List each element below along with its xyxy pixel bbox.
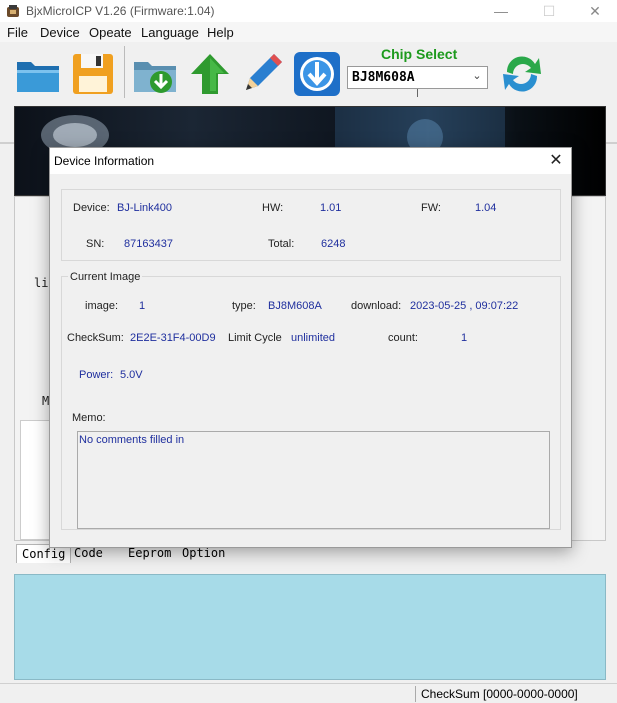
menu-device[interactable]: Device (40, 25, 80, 40)
memo-label: Memo: (72, 412, 106, 424)
status-bar: CheckSum [0000-0000-0000] (0, 683, 617, 703)
status-checksum: CheckSum [0000-0000-0000] (421, 687, 578, 701)
app-icon (5, 3, 21, 19)
device-value: BJ-Link400 (117, 202, 173, 214)
dialog-title: Device Information (54, 154, 155, 168)
download-to-folder-icon[interactable] (131, 50, 181, 98)
menu-help[interactable]: Help (207, 25, 234, 40)
download-value: 2023-05-25 , 09:07:22 (410, 300, 519, 312)
total-value: 6248 (321, 238, 346, 250)
checksum-value: 2E2E-31F4-00D9 (130, 332, 216, 344)
download-label: download: (351, 300, 402, 312)
image-value: 1 (139, 300, 146, 312)
limit-cycle-label: Limit Cycle (228, 332, 282, 344)
close-icon[interactable]: ✕ (544, 150, 568, 172)
toolbar-separator (124, 46, 125, 98)
refresh-icon[interactable] (497, 50, 547, 98)
upload-arrow-icon[interactable] (185, 50, 235, 98)
hw-label: HW: (262, 202, 284, 214)
close-window-button[interactable]: ✕ (572, 0, 617, 22)
limit-cycle-value: unlimited (291, 332, 336, 344)
image-label: image: (85, 300, 119, 312)
hw-value: 1.01 (320, 202, 342, 214)
type-value: BJ8M608A (268, 300, 322, 312)
save-floppy-icon[interactable] (69, 50, 119, 98)
chip-select-label: Chip Select (381, 46, 458, 62)
chip-select-dropdown[interactable]: BJ8M608A ⌄ (347, 66, 488, 89)
checksum-label: CheckSum: (67, 332, 124, 344)
fw-label: FW: (421, 202, 441, 214)
dropdown-connector-line (417, 89, 418, 97)
count-label: count: (388, 332, 418, 344)
window-title: BjxMicroICP V1.26 (Firmware:1.04) (26, 4, 215, 18)
menu-bar: File Device Opeate Language Help (0, 22, 617, 42)
toolbar: Chip Select BJ8M608A ⌄ (0, 42, 617, 144)
device-information-dialog: Device Information ✕ Device: BJ-Link400 … (49, 147, 572, 548)
status-separator (415, 686, 416, 702)
memo-textbox[interactable]: No comments filled in (77, 431, 550, 529)
fw-value: 1.04 (475, 202, 497, 214)
menu-opeate[interactable]: Opeate (89, 25, 132, 40)
minimize-button[interactable]: — (478, 0, 524, 22)
title-bar: BjxMicroICP V1.26 (Firmware:1.04) — ☐ ✕ (0, 0, 617, 22)
chip-select-value: BJ8M608A (352, 70, 415, 85)
menu-file[interactable]: File (7, 25, 28, 40)
device-label: Device: (73, 202, 110, 214)
device-info-group (61, 189, 561, 261)
power-value: 5.0V (120, 369, 143, 381)
sn-value: 87163437 (124, 238, 173, 250)
sn-label: SN: (86, 238, 105, 250)
open-folder-icon[interactable] (14, 50, 64, 98)
chevron-down-icon: ⌄ (472, 70, 482, 82)
log-area[interactable] (14, 574, 606, 680)
maximize-button[interactable]: ☐ (526, 0, 572, 22)
edit-pencil-icon[interactable] (238, 50, 288, 98)
memo-text: No comments filled in (79, 434, 185, 446)
download-arrow-icon[interactable] (292, 50, 342, 98)
count-value: 1 (461, 332, 468, 344)
current-image-title: Current Image (68, 271, 143, 283)
type-label: type: (232, 300, 256, 312)
menu-language[interactable]: Language (141, 25, 199, 40)
power-label: Power: (79, 369, 114, 381)
dialog-title-bar: Device Information ✕ (50, 148, 571, 174)
total-label: Total: (268, 238, 295, 250)
